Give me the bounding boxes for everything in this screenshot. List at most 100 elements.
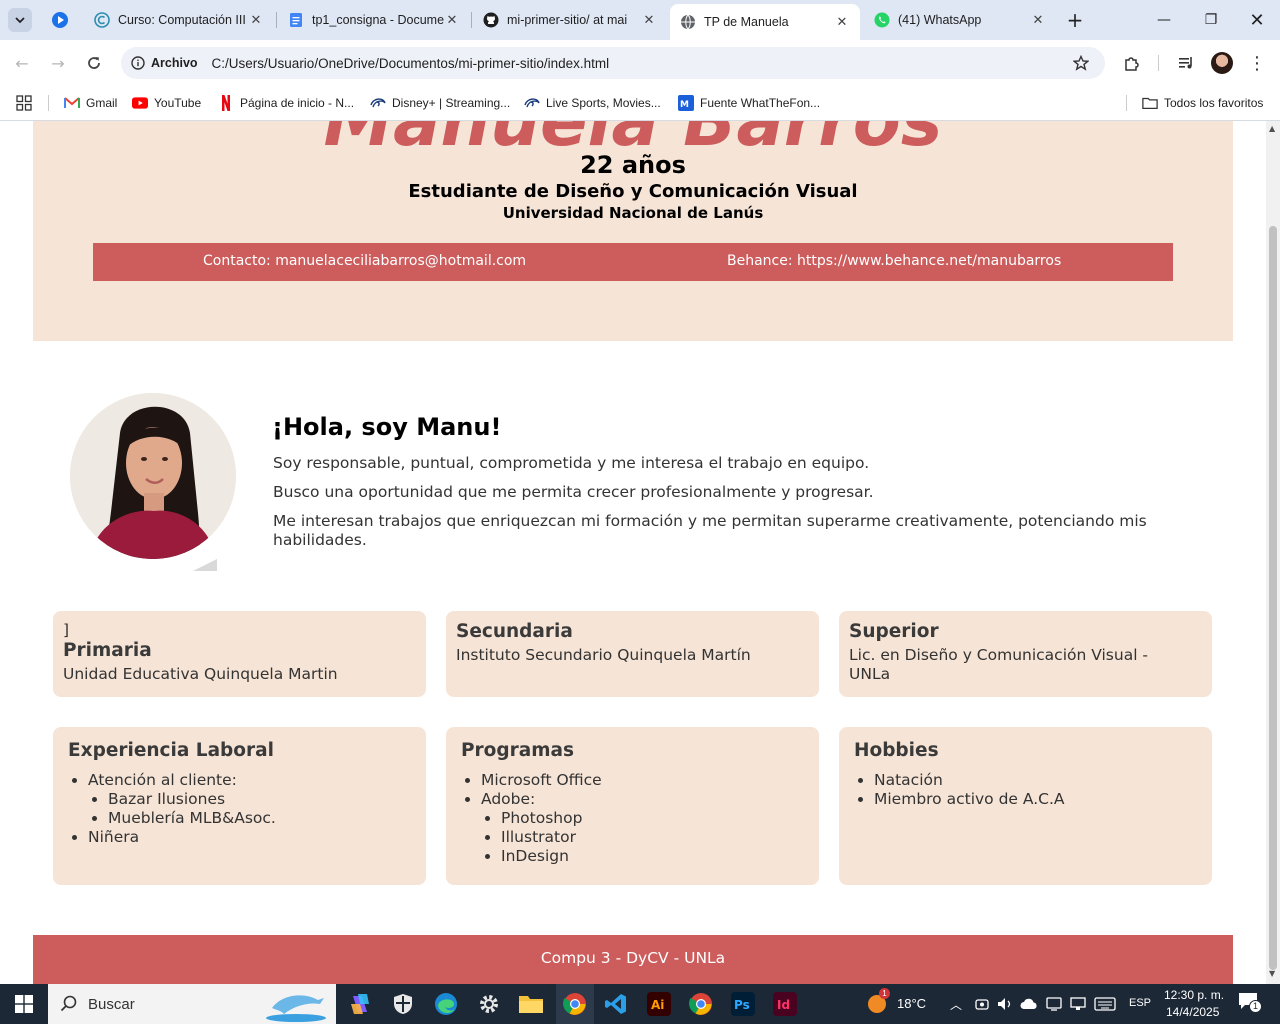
taskbar-security[interactable] — [388, 989, 418, 1019]
bookmark-label: YouTube — [154, 96, 202, 110]
tab-separator — [471, 12, 472, 28]
menu-button[interactable]: ⋮ — [1243, 49, 1271, 77]
course-icon — [94, 12, 110, 28]
taskbar-explorer[interactable] — [516, 989, 546, 1019]
bookmark-disney[interactable]: Disney+ | Streaming... — [370, 93, 510, 113]
github-icon — [483, 12, 499, 28]
camera-icon[interactable] — [975, 997, 989, 1011]
taskbar-copilot[interactable] — [345, 989, 375, 1019]
tab-search-button[interactable] — [8, 8, 32, 32]
tab-active[interactable]: TP de Manuela ✕ — [670, 4, 860, 40]
close-icon: ✕ — [1249, 9, 1265, 31]
bookmark-live-sports[interactable]: Live Sports, Movies... — [524, 93, 661, 113]
clock-time[interactable]: 12:30 p. m. — [1164, 988, 1224, 1002]
apps-grid-icon — [16, 95, 32, 111]
svg-text:M: M — [680, 100, 689, 110]
taskbar-chrome[interactable] — [686, 989, 716, 1019]
restore-button[interactable]: ❐ — [1188, 0, 1234, 40]
chevron-up-icon[interactable]: ︿ — [950, 996, 962, 1013]
bookmark-netflix[interactable]: Página de inicio - N... — [218, 93, 354, 113]
bookmark-gmail[interactable]: Gmail — [64, 93, 117, 113]
about-section: ¡Hola, soy Manu! Soy responsable, puntua… — [0, 361, 1266, 601]
reload-button[interactable] — [80, 49, 108, 77]
profile-button[interactable] — [1208, 49, 1236, 77]
url-text[interactable]: C:/Users/Usuario/OneDrive/Documentos/mi-… — [212, 56, 610, 71]
tab-github[interactable]: mi-primer-sitio/ at mai ✕ — [473, 4, 667, 36]
all-bookmarks-button[interactable]: Todos los favoritos — [1142, 93, 1263, 113]
weather-temp: 18°C — [897, 996, 927, 1011]
chrome-icon — [563, 993, 586, 1015]
illustrator-icon: Ai — [647, 992, 671, 1016]
media-button[interactable] — [1172, 49, 1200, 77]
card-title: Programas — [461, 740, 575, 761]
new-tab-button[interactable]: + — [1063, 8, 1087, 32]
display-icon[interactable] — [1046, 997, 1062, 1011]
weather-widget[interactable]: 1 18°C — [864, 988, 934, 1016]
vscode-icon — [605, 994, 626, 1014]
monitor-icon[interactable] — [1070, 997, 1086, 1011]
scrollbar-thumb[interactable] — [1269, 226, 1277, 970]
close-icon[interactable]: ✕ — [248, 12, 264, 28]
tab-title: (41) WhatsApp — [898, 13, 982, 27]
scroll-up-icon[interactable]: ▲ — [1269, 124, 1275, 133]
avatar — [1211, 52, 1233, 74]
back-button[interactable]: ← — [8, 49, 36, 77]
bookmark-divider — [48, 95, 49, 111]
language-indicator[interactable]: ESP — [1129, 997, 1151, 1009]
close-icon[interactable]: ✕ — [641, 12, 657, 28]
apps-button[interactable] — [16, 93, 32, 113]
close-icon[interactable]: ✕ — [1030, 12, 1046, 28]
site-info-chip[interactable]: Archivo — [131, 56, 198, 70]
whatthefont-icon: M — [678, 95, 694, 111]
taskbar-edge[interactable] — [431, 989, 461, 1019]
taskbar-photoshop[interactable]: Ps — [728, 989, 758, 1019]
extensions-button[interactable] — [1118, 49, 1146, 77]
bookmark-label: Página de inicio - N... — [240, 96, 355, 110]
programs-card: Programas Microsoft Office Adobe: Photos… — [446, 727, 819, 885]
bookmark-youtube[interactable]: YouTube — [132, 93, 201, 113]
cloud-sync-icon[interactable] — [1020, 997, 1038, 1011]
windows-taskbar: Buscar Ai Ps Id 1 18°C ︿ ESP 12:30 p. m.… — [0, 984, 1280, 1024]
taskbar-illustrator[interactable]: Ai — [644, 989, 674, 1019]
taskbar-chrome-active[interactable] — [556, 984, 594, 1024]
bookmark-whatthefont[interactable]: M Fuente WhatTheFon... — [678, 93, 820, 113]
youtube-icon — [132, 95, 148, 111]
tab-whatsapp[interactable]: (41) WhatsApp ✕ — [864, 4, 1056, 36]
play-icon — [52, 12, 68, 28]
card-title: Superior — [849, 621, 939, 642]
tab-docs[interactable]: tp1_consigna - Docume ✕ — [278, 4, 470, 36]
media-control-button[interactable] — [48, 8, 72, 32]
about-paragraph: Soy responsable, puntual, comprometida y… — [273, 454, 870, 472]
start-button[interactable] — [9, 989, 39, 1019]
list-item: Miembro activo de A.C.A — [874, 790, 1197, 809]
taskbar-search[interactable]: Buscar — [48, 984, 336, 1024]
more-vert-icon: ⋮ — [1248, 52, 1266, 74]
search-icon — [60, 995, 77, 1012]
close-window-button[interactable]: ✕ — [1234, 0, 1280, 40]
keyboard-icon[interactable] — [1094, 997, 1116, 1011]
clock-date[interactable]: 14/4/2025 — [1166, 1005, 1219, 1019]
close-icon[interactable]: ✕ — [444, 12, 460, 28]
taskbar-vscode[interactable] — [601, 989, 631, 1019]
vertical-scrollbar[interactable]: ▲ ▼ — [1266, 121, 1280, 984]
tab-course[interactable]: Curso: Computación III ✕ — [84, 4, 274, 36]
edge-icon — [435, 993, 457, 1015]
education-card-secundaria: Secundaria Instituto Secundario Quinquel… — [446, 611, 819, 697]
close-icon[interactable]: ✕ — [834, 14, 850, 30]
taskbar-indesign[interactable]: Id — [770, 989, 800, 1019]
search-placeholder: Buscar — [88, 995, 135, 1013]
taskbar-settings[interactable] — [474, 989, 504, 1019]
minimize-button[interactable]: — — [1141, 0, 1187, 40]
contact-email[interactable]: Contacto: manuelaceciliabarros@hotmail.c… — [203, 253, 526, 269]
notifications-button[interactable]: 1 — [1238, 992, 1262, 1016]
experience-card: Experiencia Laboral Atención al cliente:… — [53, 727, 426, 885]
forward-button[interactable]: → — [44, 49, 72, 77]
star-icon[interactable] — [1073, 55, 1089, 71]
sub-list: Bazar Ilusiones Mueblería MLB&Asoc. — [88, 790, 411, 828]
volume-icon[interactable] — [997, 997, 1013, 1011]
address-bar[interactable]: Archivo C:/Users/Usuario/OneDrive/Docume… — [121, 47, 1105, 79]
scroll-down-icon[interactable]: ▼ — [1269, 969, 1275, 978]
card-title: Primaria — [63, 640, 152, 661]
page-header: Manuela Barros 22 años Estudiante de Dis… — [33, 121, 1233, 341]
behance-link[interactable]: Behance: https://www.behance.net/manubar… — [727, 253, 1061, 269]
